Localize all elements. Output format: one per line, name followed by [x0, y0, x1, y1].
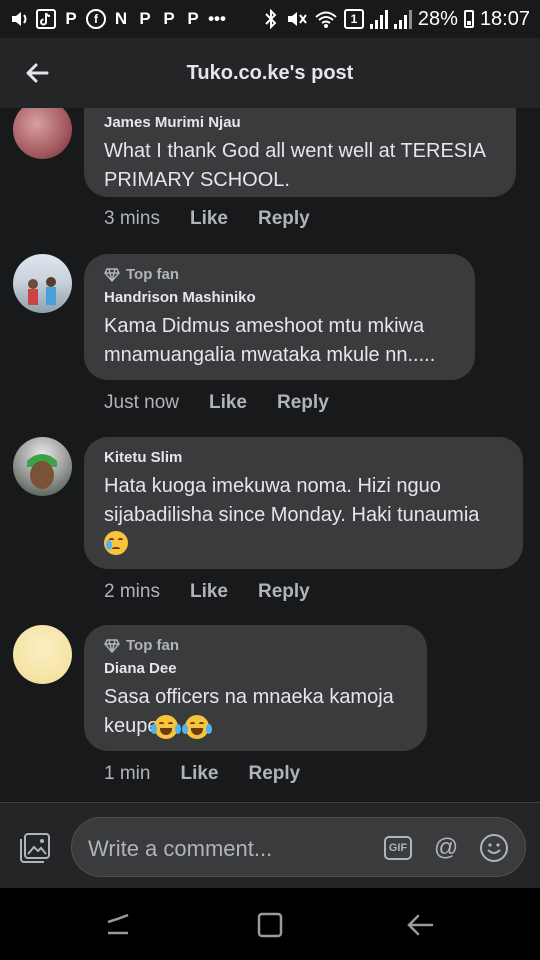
signal-icon [369, 9, 388, 29]
p-app-icon: P [139, 9, 151, 28]
status-bar: P f N P P P ••• 1 28% 18:07 [0, 0, 540, 38]
comment-actions: 1 min Like Reply [104, 763, 330, 785]
comment-text: Kama Didmus ameshoot mtu mkiwa mnamuanga… [104, 315, 436, 366]
reply-button[interactable]: Reply [249, 763, 301, 785]
comment-time[interactable]: 2 mins [104, 581, 160, 603]
clock: 18:07 [479, 7, 530, 30]
avatar[interactable] [13, 625, 72, 684]
comment-text-content: Hata kuoga imekuwa noma. Hizi nguo sijab… [104, 475, 480, 526]
comment-composer: Write a comment... GIF @ [0, 802, 540, 888]
comment-time[interactable]: 1 min [104, 763, 150, 785]
comment-text: Sasa officers na mnaeka kamoja keupe [104, 683, 407, 741]
p-app-icon: P [65, 9, 77, 28]
p-app-icon: P [163, 9, 175, 28]
comment-author[interactable]: Handrison Mashiniko [104, 289, 455, 306]
battery-icon [463, 10, 474, 28]
top-fan-label: Top fan [126, 637, 180, 654]
emoji-button[interactable] [480, 834, 508, 862]
tears-of-joy-emoji [182, 715, 213, 739]
comment-text: What I thank God all went well at TERESI… [104, 140, 485, 191]
tears-of-joy-emoji [151, 715, 181, 739]
reply-button[interactable]: Reply [258, 208, 310, 230]
facebook-icon: f [86, 9, 106, 29]
like-button[interactable]: Like [209, 392, 247, 414]
emoji-group [151, 715, 213, 739]
comment-actions: Just now Like Reply [104, 392, 359, 414]
back-nav-icon [407, 914, 434, 936]
avatar-photo [28, 277, 56, 305]
notification-icons: P f N P P P ••• [10, 8, 226, 30]
comment-author[interactable]: James Murimi Njau [104, 114, 496, 131]
comment-text-content: Sasa officers na mnaeka kamoja keupe [104, 686, 394, 737]
home-button[interactable] [250, 908, 290, 942]
recents-button[interactable] [98, 908, 138, 942]
comment-bubble[interactable]: Kitetu Slim Hata kuoga imekuwa noma. Hiz… [84, 437, 523, 569]
post-header: Tuko.co.ke's post [0, 38, 540, 108]
home-icon [257, 912, 283, 938]
smiley-icon [487, 843, 501, 854]
gem-icon [104, 267, 120, 282]
photo-button[interactable] [18, 831, 54, 867]
comment-bubble[interactable]: James Murimi Njau What I thank God all w… [84, 108, 516, 197]
avatar[interactable] [13, 108, 72, 159]
gif-button[interactable]: GIF [384, 836, 412, 860]
comment-bubble[interactable]: Top fan Handrison Mashiniko Kama Didmus … [84, 254, 475, 380]
comment-author[interactable]: Kitetu Slim [104, 449, 503, 466]
avatar[interactable] [13, 437, 72, 496]
battery-percent: 28% [417, 7, 458, 30]
news-app-icon: N [114, 9, 128, 28]
recents-icon [107, 913, 129, 935]
system-icons: 1 28% 18:07 [262, 8, 530, 31]
sim-1-icon: 1 [343, 9, 364, 29]
comments-list: James Murimi Njau What I thank God all w… [0, 108, 540, 802]
top-fan-label: Top fan [126, 266, 180, 283]
avatar[interactable] [13, 254, 72, 313]
gem-icon [104, 638, 120, 653]
volume-icon [10, 8, 30, 30]
signal-icon [393, 9, 412, 29]
comment-time[interactable]: Just now [104, 392, 179, 414]
comment-input[interactable]: Write a comment... GIF @ [71, 817, 526, 877]
comment-time[interactable]: 3 mins [104, 208, 160, 230]
bluetooth-icon [262, 8, 280, 30]
back-button[interactable] [20, 56, 54, 90]
comment-input-placeholder: Write a comment... [88, 836, 273, 861]
tiktok-icon [36, 9, 56, 29]
top-fan-badge: Top fan [104, 637, 407, 654]
like-button[interactable]: Like [180, 763, 218, 785]
mention-button[interactable]: @ [432, 834, 460, 862]
like-button[interactable]: Like [190, 581, 228, 603]
wifi-icon [314, 8, 338, 30]
p-app-icon: P [187, 9, 199, 28]
back-nav-button[interactable] [400, 908, 440, 942]
crying-face-emoji [104, 531, 128, 555]
comment-actions: 3 mins Like Reply [104, 208, 340, 230]
comment-actions: 2 mins Like Reply [104, 581, 340, 603]
mute-icon [286, 8, 308, 30]
back-arrow-icon [26, 63, 49, 83]
system-nav-bar [0, 888, 540, 960]
reply-button[interactable]: Reply [277, 392, 329, 414]
page-title: Tuko.co.ke's post [186, 61, 354, 84]
comment-author[interactable]: Diana Dee [104, 660, 407, 677]
photo-icon [20, 833, 50, 863]
like-button[interactable]: Like [190, 208, 228, 230]
avatar-photo [27, 454, 57, 489]
reply-button[interactable]: Reply [258, 581, 310, 603]
comment-bubble[interactable]: Top fan Diana Dee Sasa officers na mnaek… [84, 625, 427, 751]
comment-text: Hata kuoga imekuwa noma. Hizi nguo sijab… [104, 472, 503, 559]
top-fan-badge: Top fan [104, 266, 455, 283]
more-notifications-icon: ••• [208, 9, 226, 28]
